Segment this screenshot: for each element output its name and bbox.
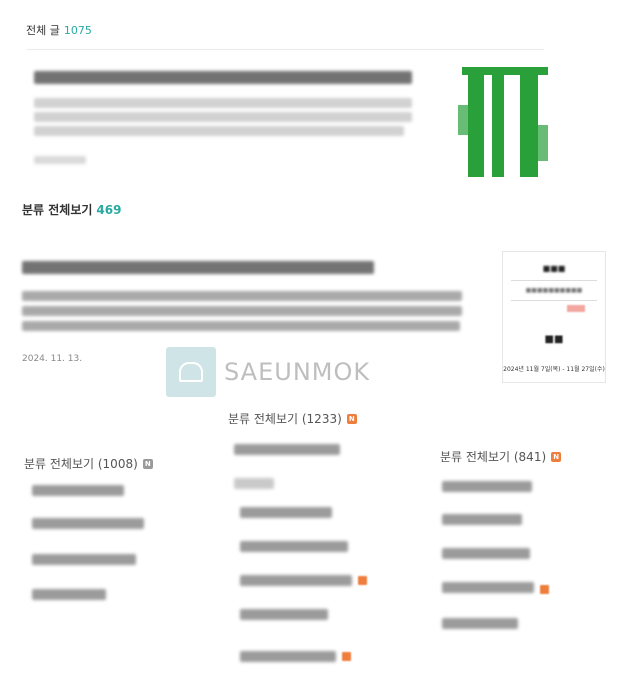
all-posts-count: 1075 xyxy=(63,24,92,37)
category-item[interactable] xyxy=(234,478,274,489)
post-excerpt-line xyxy=(22,321,460,331)
category-section-count: 469 xyxy=(96,203,122,217)
post-excerpt-line xyxy=(34,126,404,136)
category-section-header[interactable]: 분류 전체보기 469 xyxy=(22,201,121,218)
thumbnail-dates: 2024년 11월 7일(목) - 11월 27일(수) xyxy=(503,366,605,373)
category-item[interactable] xyxy=(442,481,532,492)
post-excerpt-line xyxy=(22,306,462,316)
post-date xyxy=(34,156,86,164)
category-item[interactable] xyxy=(32,485,124,496)
category-title-3[interactable]: 분류 전체보기 (841) N xyxy=(440,448,562,465)
category-item[interactable] xyxy=(442,548,530,559)
thumbnail-badge xyxy=(567,305,585,312)
category-item[interactable] xyxy=(32,518,144,529)
post-excerpt-line xyxy=(34,98,412,108)
category-item[interactable] xyxy=(442,618,518,629)
category-item[interactable] xyxy=(32,589,106,600)
category-item[interactable] xyxy=(442,582,534,593)
post-date: 2024. 11. 13. xyxy=(22,354,83,364)
post-thumbnail[interactable]: ■■■ ■■■■■■■■■■ ■■ 2024년 11월 7일(목) - 11월 … xyxy=(502,251,606,383)
category-section-label: 분류 전체보기 xyxy=(22,203,93,217)
all-posts-label: 전체 글 xyxy=(26,24,60,37)
category-item[interactable] xyxy=(240,507,332,518)
post-excerpt-line xyxy=(22,291,462,301)
thumbnail-heading: ■■ xyxy=(544,334,564,345)
category-label: 분류 전체보기 (1233) xyxy=(228,412,342,426)
category-item[interactable] xyxy=(32,554,136,565)
category-title-2[interactable]: 분류 전체보기 (1233) N xyxy=(228,410,357,427)
category-item[interactable] xyxy=(240,651,336,662)
category-item[interactable] xyxy=(234,444,340,455)
new-badge-icon: N xyxy=(346,413,357,424)
category-label: 분류 전체보기 (1008) xyxy=(24,457,138,471)
watermark-text: SAEUNMOK xyxy=(224,358,371,386)
category-item[interactable] xyxy=(442,514,522,525)
category-title-1[interactable]: 분류 전체보기 (1008) N xyxy=(24,455,153,472)
category-item[interactable] xyxy=(240,541,348,552)
new-badge-icon: N xyxy=(142,458,153,469)
post-title[interactable] xyxy=(34,71,412,84)
new-dot-icon xyxy=(342,652,351,661)
watermark: SAEUNMOK xyxy=(166,347,370,397)
new-badge-icon: N xyxy=(551,451,562,462)
post-title[interactable] xyxy=(22,261,374,274)
category-label: 분류 전체보기 (841) xyxy=(440,450,547,464)
post-thumbnail[interactable] xyxy=(458,65,550,183)
new-dot-icon xyxy=(540,585,549,594)
all-posts-header[interactable]: 전체 글 1075 xyxy=(26,22,92,38)
category-item[interactable] xyxy=(240,609,328,620)
thumbnail-subtitle: ■■■■■■■■■■ xyxy=(525,287,583,294)
watermark-logo-icon xyxy=(166,347,216,397)
post-excerpt-line xyxy=(34,112,412,122)
new-dot-icon xyxy=(358,576,367,585)
thumbnail-title: ■■■ xyxy=(542,264,566,273)
category-item[interactable] xyxy=(240,575,352,586)
divider xyxy=(26,49,544,50)
